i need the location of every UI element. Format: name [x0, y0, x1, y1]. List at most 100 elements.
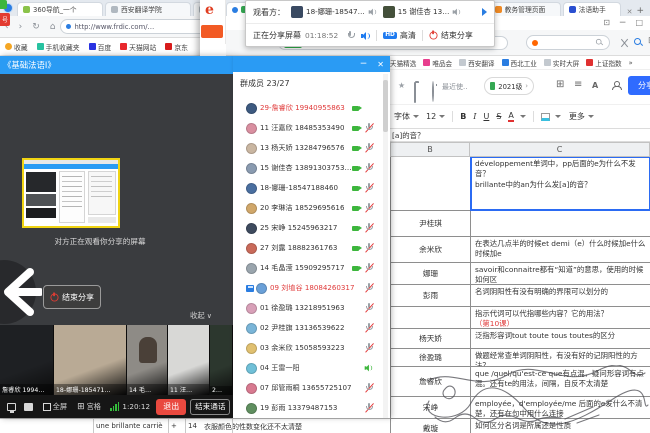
font-family-select[interactable]: 字体	[394, 111, 419, 122]
italic-button[interactable]: I	[473, 112, 476, 121]
maximize-icon[interactable]: □	[635, 18, 643, 27]
recent-label[interactable]: 最近使..	[442, 82, 476, 92]
bookmark-item[interactable]: 收藏	[5, 42, 28, 52]
cell-name[interactable]: 徐盈璐	[391, 349, 471, 366]
grid-view-label[interactable]: 宫格	[87, 402, 101, 412]
cell-name[interactable]: 尹桂琪	[391, 211, 471, 236]
fullscreen-icon[interactable]	[43, 403, 50, 411]
member-row[interactable]: 02 尹桂旗 13136539622	[233, 318, 385, 338]
cell-question[interactable]: 做题经常查单词阴阳性，有没有好的记阴阳性的方法？	[471, 349, 650, 366]
collapse-control[interactable]: 收起 ∨	[190, 310, 212, 321]
cell-question[interactable]: 在表达几点半的时候et demi（e）什么时候加e什么时候加e	[471, 237, 650, 262]
member-row[interactable]: 18-娜珊-18547188460	[233, 178, 385, 198]
bookmark-item[interactable]: 京东	[165, 42, 188, 52]
text-format-icon[interactable]: A	[592, 81, 598, 90]
member-scrollbar[interactable]	[383, 74, 388, 418]
end-call-button[interactable]: 结束通话	[190, 399, 230, 415]
cell-question[interactable]	[471, 211, 650, 236]
bookmark-item[interactable]: »	[629, 59, 633, 67]
mic-icon[interactable]	[346, 31, 354, 41]
cell-name[interactable]	[391, 307, 471, 328]
bookmark-item[interactable]: 唯品会	[423, 58, 452, 68]
member-row[interactable]: 29-詹睿欣 19940955863	[233, 98, 385, 118]
doc-switcher-pill[interactable]: 2021级.. ›	[484, 77, 534, 95]
strikethrough-button[interactable]: S	[496, 112, 501, 121]
back-arrow-icon[interactable]	[0, 266, 42, 318]
video-tile[interactable]: 11 汪…	[168, 325, 210, 395]
underline-button[interactable]: U	[483, 112, 489, 121]
overview-icon[interactable]: ⊡	[603, 18, 610, 27]
insert-icon[interactable]: ⊞	[556, 79, 564, 90]
share-screen-icon[interactable]	[7, 403, 16, 411]
bookmark-item[interactable]: 实时大屏	[544, 58, 579, 68]
bookmark-item[interactable]: 手机收藏夹	[37, 42, 80, 52]
home-icon[interactable]: ⌂	[50, 22, 56, 32]
member-row[interactable]: 19 彭雨 13379487153	[233, 398, 385, 418]
member-row[interactable]: 09 刘埴谷 18084260317	[233, 278, 385, 298]
cell-name[interactable]: 余米欣	[391, 237, 471, 262]
member-row[interactable]: 01 徐盈璐 13218951963	[233, 298, 385, 318]
more-button[interactable]: 更多	[569, 111, 594, 122]
call-titlebar[interactable]: 《基础法语I》	[0, 56, 233, 74]
member-row[interactable]: 07 邱管雨桐 13655725107	[233, 378, 385, 398]
speaker-icon[interactable]	[361, 32, 370, 40]
minimize-icon[interactable]: −	[360, 59, 368, 69]
browser1-tab[interactable]: 西安翻译学院	[105, 2, 191, 16]
browser-tab[interactable]: 法语助手	[563, 2, 621, 16]
share-preview-thumbnail[interactable]	[22, 158, 120, 228]
cell-question[interactable]: développement单词中，pp后面的e为什么不发音？ brillante…	[471, 157, 650, 210]
font-color-button[interactable]: A	[508, 111, 513, 122]
bookmark-item[interactable]: 上证指数	[586, 58, 621, 68]
member-row[interactable]: 14 毛晶滢 15909295717	[233, 258, 385, 278]
screenshot-icon[interactable]	[620, 38, 629, 47]
fullscreen-label[interactable]: 全屏	[53, 402, 67, 412]
viewers-more-icon[interactable]	[482, 8, 487, 16]
member-row[interactable]: 03 余米欣 15058593223	[233, 338, 385, 358]
member-row[interactable]: 11 汪嘉欣 18485353490	[233, 118, 385, 138]
speaker-icon[interactable]	[368, 9, 376, 16]
forward-icon[interactable]: ›	[19, 22, 23, 32]
cell-question[interactable]: 指示代词可以代指哪些内容？它的用法？（第10课）	[471, 307, 650, 328]
bookmark-item[interactable]: 百度	[89, 42, 112, 52]
edge-app-icon[interactable]	[0, 0, 7, 9]
caret-down-icon[interactable]	[555, 115, 561, 118]
exit-button[interactable]: 退出	[156, 399, 186, 415]
video-tile[interactable]: 2…	[210, 325, 233, 395]
hd-label[interactable]: 高清	[400, 30, 416, 41]
speaker-icon[interactable]	[453, 9, 461, 16]
scrollbar-thumb[interactable]	[383, 80, 388, 132]
star-icon[interactable]: ★	[398, 81, 405, 90]
video-tile[interactable]: 14 毛…	[127, 325, 168, 395]
browser-tab[interactable]: 教务管理页面	[489, 2, 561, 16]
close-icon[interactable]: ✕	[377, 60, 384, 69]
member-row[interactable]: 20 李琳洁 18529695616	[233, 198, 385, 218]
refresh-icon[interactable]: ↻	[32, 22, 40, 32]
font-size-select[interactable]: 12	[426, 112, 445, 121]
bookmark-item[interactable]: 西北工业	[502, 58, 537, 68]
member-row[interactable]: 25 宋峥 15245963217	[233, 218, 385, 238]
grid-view-icon[interactable]: ⊞	[77, 402, 85, 412]
cell-name[interactable]: 彭雨	[391, 285, 471, 306]
video-tile[interactable]: 詹睿欣 1994…	[0, 325, 54, 395]
video-tile[interactable]: 18-娜珊-185471…	[54, 325, 127, 395]
cell-question[interactable]: 泛指形容词tout toute tous toutes的区分	[471, 329, 650, 348]
member-row[interactable]: 13 杨天娇 13284796576	[233, 138, 385, 158]
search-icon[interactable]	[596, 39, 603, 46]
cell-name[interactable]	[391, 157, 471, 210]
cell-question[interactable]: 名词阴阳性有没有明确的界限可以划分的	[471, 285, 650, 306]
popup-end-share-label[interactable]: 结束分享	[441, 30, 473, 41]
browser1-tab[interactable]: 360导航_一个	[17, 2, 103, 16]
cell-name[interactable]: 娜珊	[391, 263, 471, 284]
bookmark-item[interactable]: 天猫网站	[120, 42, 156, 52]
share-button[interactable]: 分享	[628, 76, 650, 95]
cell-question[interactable]: savoir和connaitre都有“知道”的意思，使用的时候如何区	[471, 263, 650, 284]
edge-badge[interactable]: 号	[0, 13, 10, 26]
cell-name[interactable]: 杨天娇	[391, 329, 471, 348]
member-row[interactable]: 15 谢佳杏 13891303753…	[233, 158, 385, 178]
column-header-c[interactable]: C	[470, 142, 650, 157]
menu-icon[interactable]: ≡	[574, 79, 582, 90]
whiteboard-icon[interactable]	[24, 403, 33, 411]
highlight-button[interactable]	[541, 113, 550, 121]
browser1-address-bar[interactable]: http://www.frdic.com/…	[60, 19, 212, 34]
browser-search-box[interactable]	[526, 35, 610, 50]
